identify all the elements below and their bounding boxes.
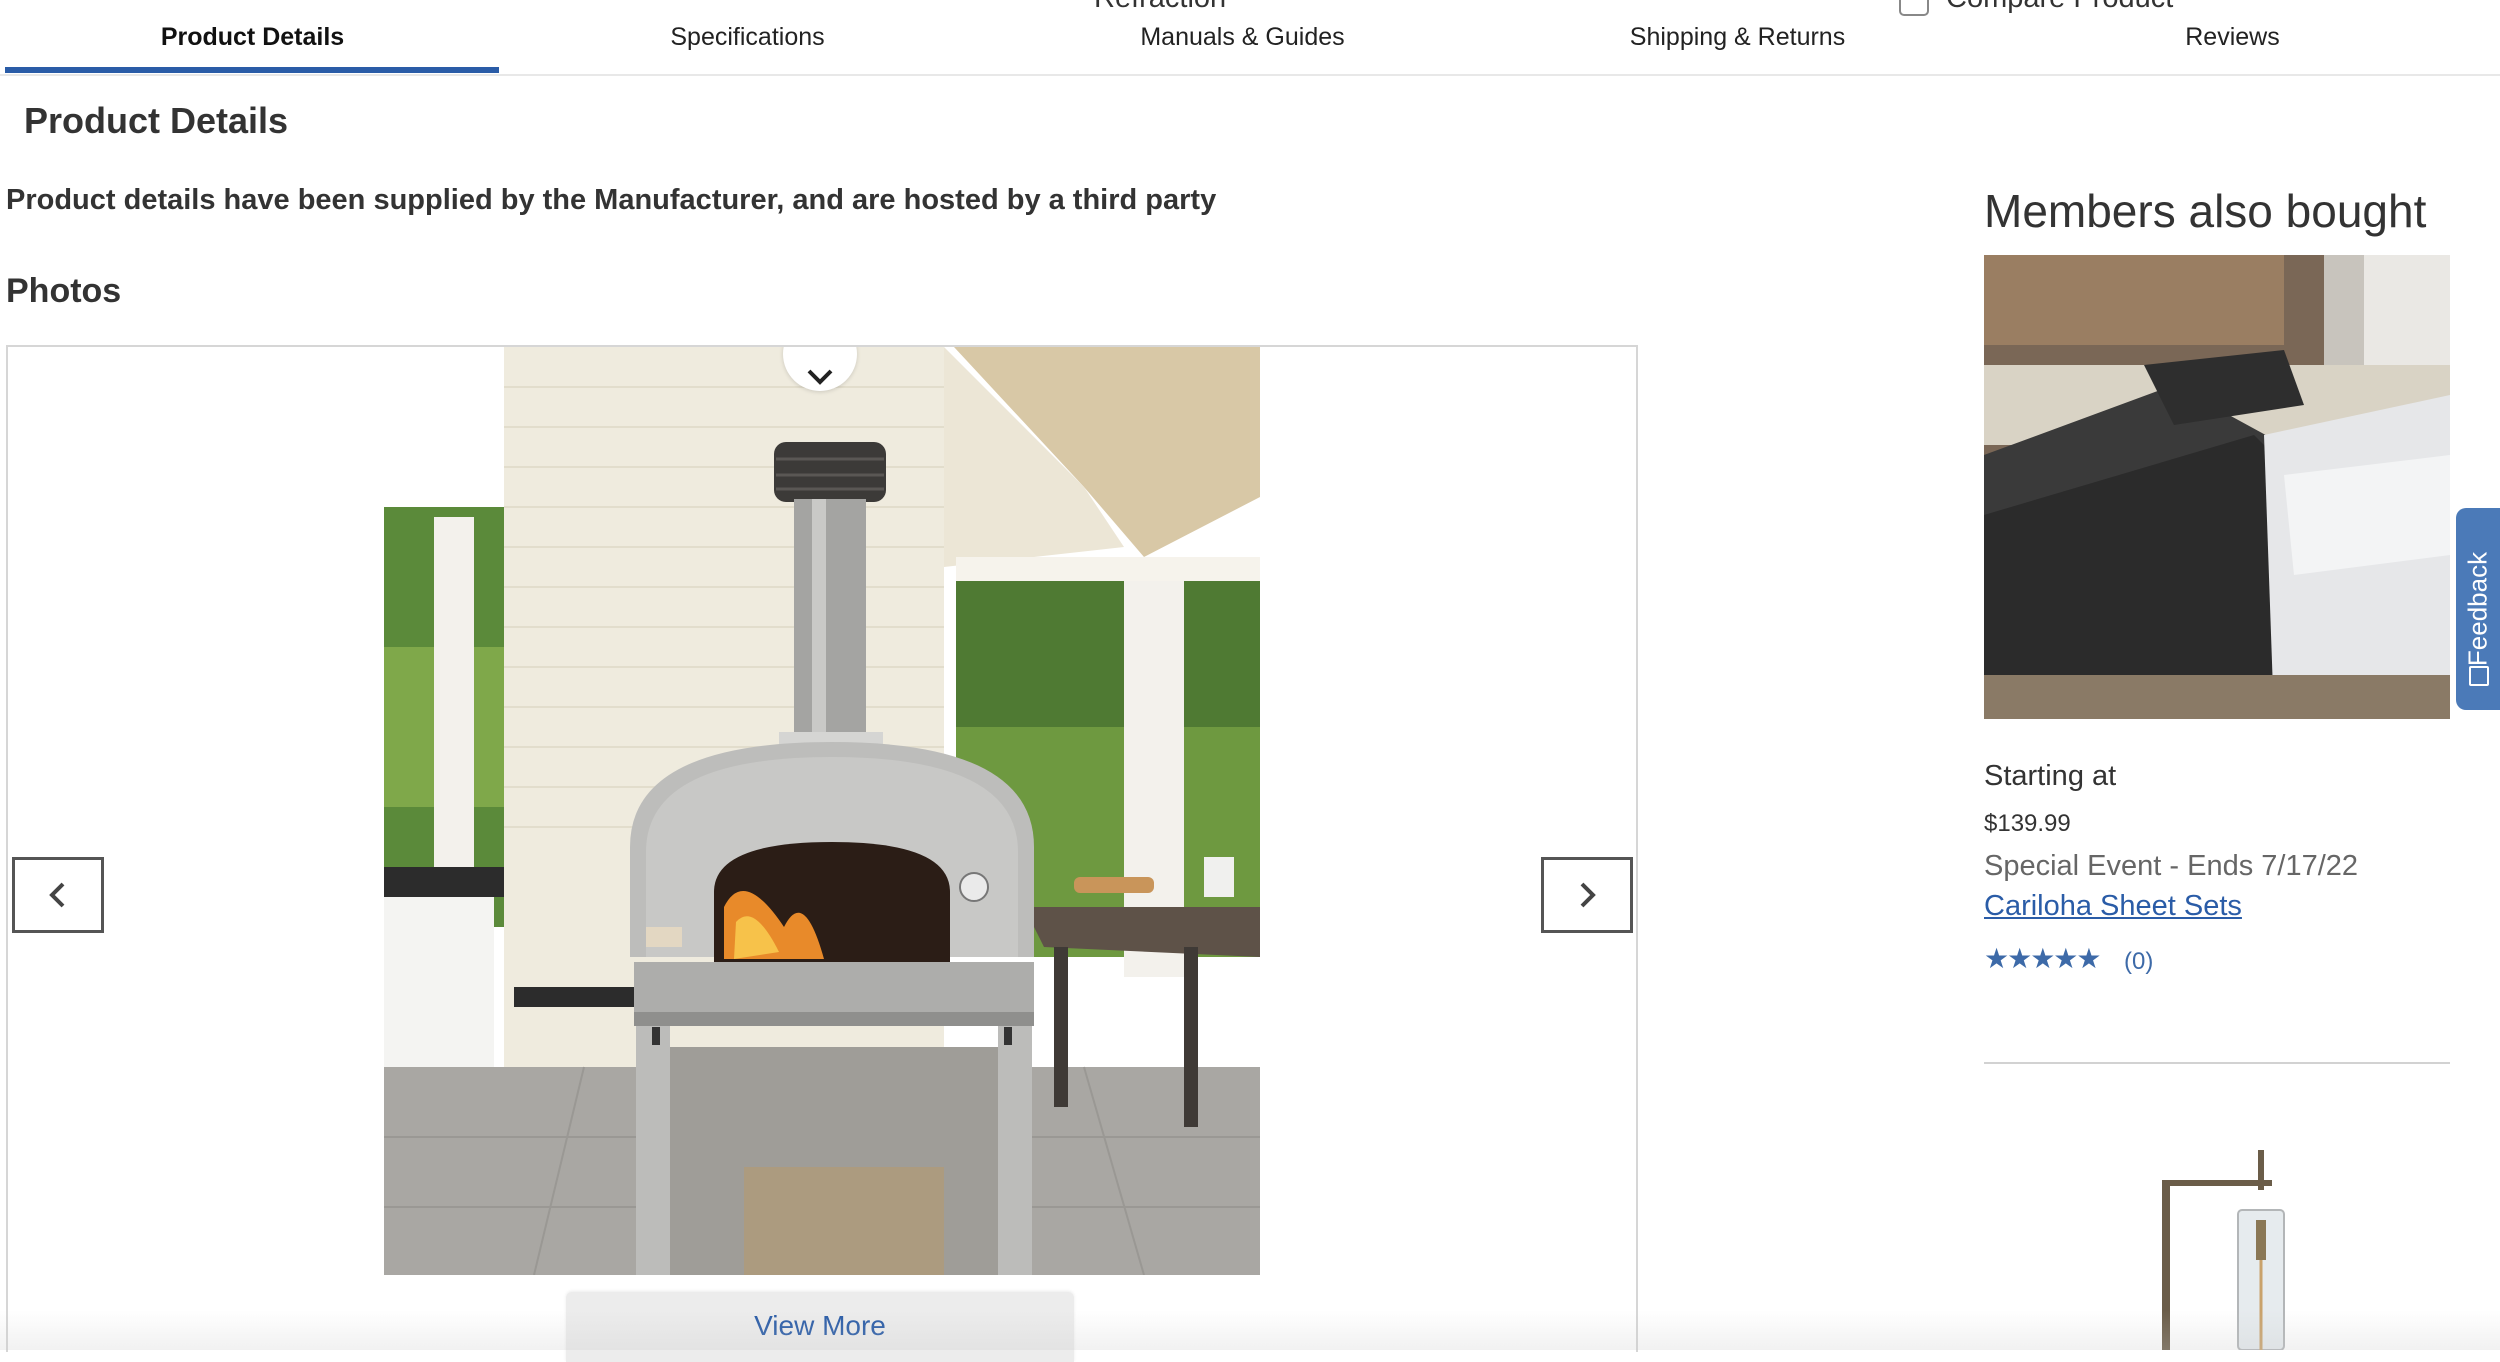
carousel-next-button[interactable] [1541,857,1633,933]
product-price: $139.99 [1984,810,2071,837]
chevron-left-icon [49,882,65,908]
product-tab-bar: Refraction Compare Product Product Detai… [0,0,2500,76]
tab-reviews[interactable]: Reviews [1985,0,2480,74]
product-name-link[interactable]: Cariloha Sheet Sets [1984,890,2242,923]
starting-at-label: Starting at [1984,760,2117,792]
carousel-prev-button[interactable] [12,857,104,933]
feedback-icon [2469,666,2489,686]
special-event-text: Special Event - Ends 7/17/22 [1984,850,2359,882]
chevron-down-icon [807,369,833,385]
photo-carousel [6,345,1638,1352]
tab-product-details[interactable]: Product Details [5,0,500,74]
members-also-bought-title: Members also bought [1984,185,2427,237]
chevron-right-icon [1580,882,1596,908]
active-tab-indicator [5,67,499,73]
product-divider [1984,1062,2450,1064]
section-title: Product Details [24,100,289,141]
feedback-tab[interactable]: Feedback [2456,508,2500,710]
photos-heading: Photos [6,272,122,310]
star-rating-icon: ★★★★★ [1984,943,2102,974]
tab-shipping-returns[interactable]: Shipping & Returns [1490,0,1985,74]
tab-manuals-guides[interactable]: Manuals & Guides [995,0,1490,74]
sheet-set-product-image[interactable] [1984,255,2450,719]
bottom-fade [0,1310,2500,1350]
review-count-link[interactable]: (0) [2124,948,2153,976]
manufacturer-notice: Product details have been supplied by th… [6,184,1217,216]
feedback-label: Feedback [2462,551,2493,667]
tab-specifications[interactable]: Specifications [500,0,995,74]
pizza-oven-photo [384,347,1260,1275]
